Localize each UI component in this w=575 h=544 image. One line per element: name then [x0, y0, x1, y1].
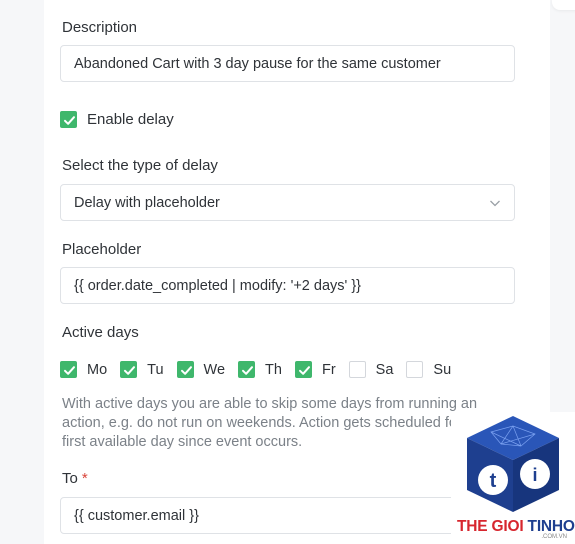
enable-delay-checkbox[interactable] [60, 111, 77, 128]
active-days-row: Mo Tu We Th Fr Sa Su [60, 361, 464, 378]
description-input[interactable]: Abandoned Cart with 3 day pause for the … [60, 45, 515, 82]
day-checkbox[interactable] [406, 361, 424, 378]
placeholder-label: Placeholder [62, 241, 142, 258]
watermark-sub: .COM.VN [541, 534, 567, 540]
day-th[interactable]: Th [238, 361, 282, 378]
day-we[interactable]: We [176, 361, 226, 378]
checkmark-icon [298, 366, 310, 375]
day-checkbox[interactable] [294, 361, 312, 378]
description-label: Description [62, 19, 138, 36]
day-label: Fr [321, 361, 336, 378]
to-label: To * [62, 470, 88, 487]
active-days-help: With active days you are able to skip so… [62, 396, 487, 450]
day-checkbox[interactable] [238, 361, 256, 378]
required-mark: * [81, 470, 88, 487]
delay-type-select[interactable]: Delay with placeholder [60, 184, 515, 221]
to-label-text: To [62, 470, 78, 487]
day-label: We [203, 361, 226, 378]
active-days-label: Active days [62, 324, 139, 341]
placeholder-value: {{ order.date_completed | modify: '+2 da… [74, 277, 362, 294]
day-checkbox[interactable] [176, 361, 194, 378]
checkmark-icon [64, 366, 75, 375]
placeholder-input[interactable]: {{ order.date_completed | modify: '+2 da… [60, 267, 515, 304]
adjacent-card-edge [552, 0, 575, 10]
day-label: Tu [147, 361, 164, 378]
day-tu[interactable]: Tu [120, 361, 164, 378]
day-sa[interactable]: Sa [348, 361, 394, 378]
cube-logo-icon: t i [467, 416, 559, 512]
to-input[interactable]: {{ customer.email }} [60, 497, 515, 534]
enable-delay-label: Enable delay [87, 111, 174, 128]
day-checkbox[interactable] [60, 361, 77, 378]
checkmark-icon [64, 116, 75, 125]
watermark-text-a: THE GIOI [457, 518, 524, 535]
watermark-logo: t i THE GIOI TINHOC .COM.VN [451, 412, 575, 544]
day-checkbox[interactable] [120, 361, 138, 378]
day-label: Mo [87, 361, 108, 378]
day-label: Su [433, 361, 452, 378]
day-label: Th [265, 361, 282, 378]
description-value: Abandoned Cart with 3 day pause for the … [74, 55, 441, 72]
day-label: Sa [375, 361, 394, 378]
checkmark-icon [180, 366, 192, 375]
day-su[interactable]: Su [406, 361, 451, 378]
watermark-text-b: TINHOC [527, 518, 575, 535]
delay-type-label: Select the type of delay [62, 157, 218, 174]
enable-delay-row[interactable]: Enable delay [60, 111, 174, 128]
chevron-down-icon [490, 200, 500, 207]
delay-type-value: Delay with placeholder [74, 194, 220, 211]
to-value: {{ customer.email }} [74, 507, 199, 524]
svg-text:t: t [490, 470, 497, 492]
day-fr[interactable]: Fr [294, 361, 336, 378]
svg-text:i: i [532, 465, 537, 485]
day-checkbox[interactable] [348, 361, 366, 378]
day-mo[interactable]: Mo [60, 361, 107, 378]
checkmark-icon [242, 366, 254, 375]
checkmark-icon [124, 366, 136, 375]
